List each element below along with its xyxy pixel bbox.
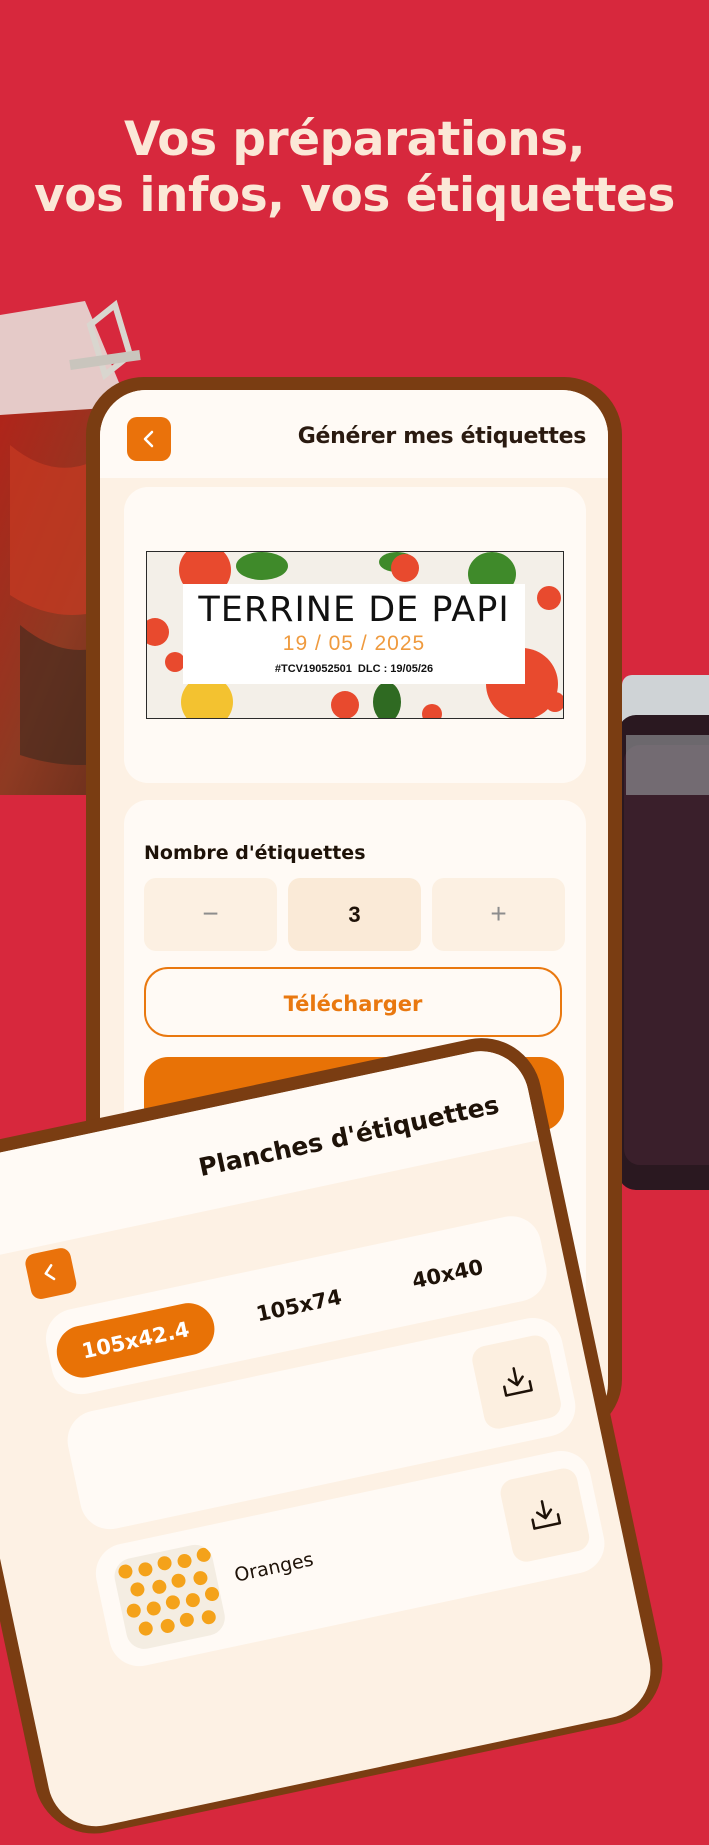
count-label: Nombre d'étiquettes: [144, 842, 366, 864]
label-date: 19 / 05 / 2025: [282, 632, 426, 655]
tab-40x40[interactable]: 40x40: [388, 1237, 506, 1311]
download-icon: [503, 1367, 533, 1397]
label-content: TERRINE DE PAPI 19 / 05 / 2025 #TCV19052…: [183, 584, 525, 684]
top-bar: Générer mes étiquettes: [100, 390, 608, 478]
label-meta: #TCV19052501 DLC : 19/05/26: [183, 663, 525, 675]
label-preview: TERRINE DE PAPI 19 / 05 / 2025 #TCV19052…: [146, 551, 564, 719]
chevron-left-icon: [44, 1264, 56, 1281]
oranges-pattern: [118, 1547, 220, 1636]
increment-button[interactable]: +: [432, 878, 565, 951]
headline-line-1: Vos préparations,: [123, 112, 586, 167]
oranges-thumbnail: [111, 1541, 229, 1653]
sheet-item-name: Oranges: [232, 1548, 316, 1587]
download-button[interactable]: Télécharger: [144, 967, 562, 1037]
label-dlc: DLC : 19/05/26: [357, 663, 434, 675]
download-icon: [531, 1500, 562, 1530]
tab-105x42[interactable]: 105x42.4: [51, 1298, 220, 1383]
page-title: Générer mes étiquettes: [297, 424, 587, 449]
label-code: #TCV19052501: [274, 663, 352, 675]
decrement-button[interactable]: −: [144, 878, 277, 951]
jar-image-right: [618, 675, 709, 1190]
tab-105x74[interactable]: 105x74: [240, 1269, 358, 1343]
count-value: 3: [288, 878, 421, 951]
label-preview-card: TERRINE DE PAPI 19 / 05 / 2025 #TCV19052…: [124, 487, 586, 783]
download-button[interactable]: [469, 1332, 564, 1432]
back-button-2[interactable]: [23, 1246, 79, 1301]
headline: Vos préparations, vos infos, vos étiquet…: [0, 112, 709, 224]
label-product-name: TERRINE DE PAPI: [198, 590, 510, 630]
download-button[interactable]: [497, 1465, 592, 1565]
headline-line-2: vos infos, vos étiquettes: [34, 168, 675, 223]
chevron-left-icon: [143, 430, 154, 448]
back-button[interactable]: [127, 417, 171, 461]
